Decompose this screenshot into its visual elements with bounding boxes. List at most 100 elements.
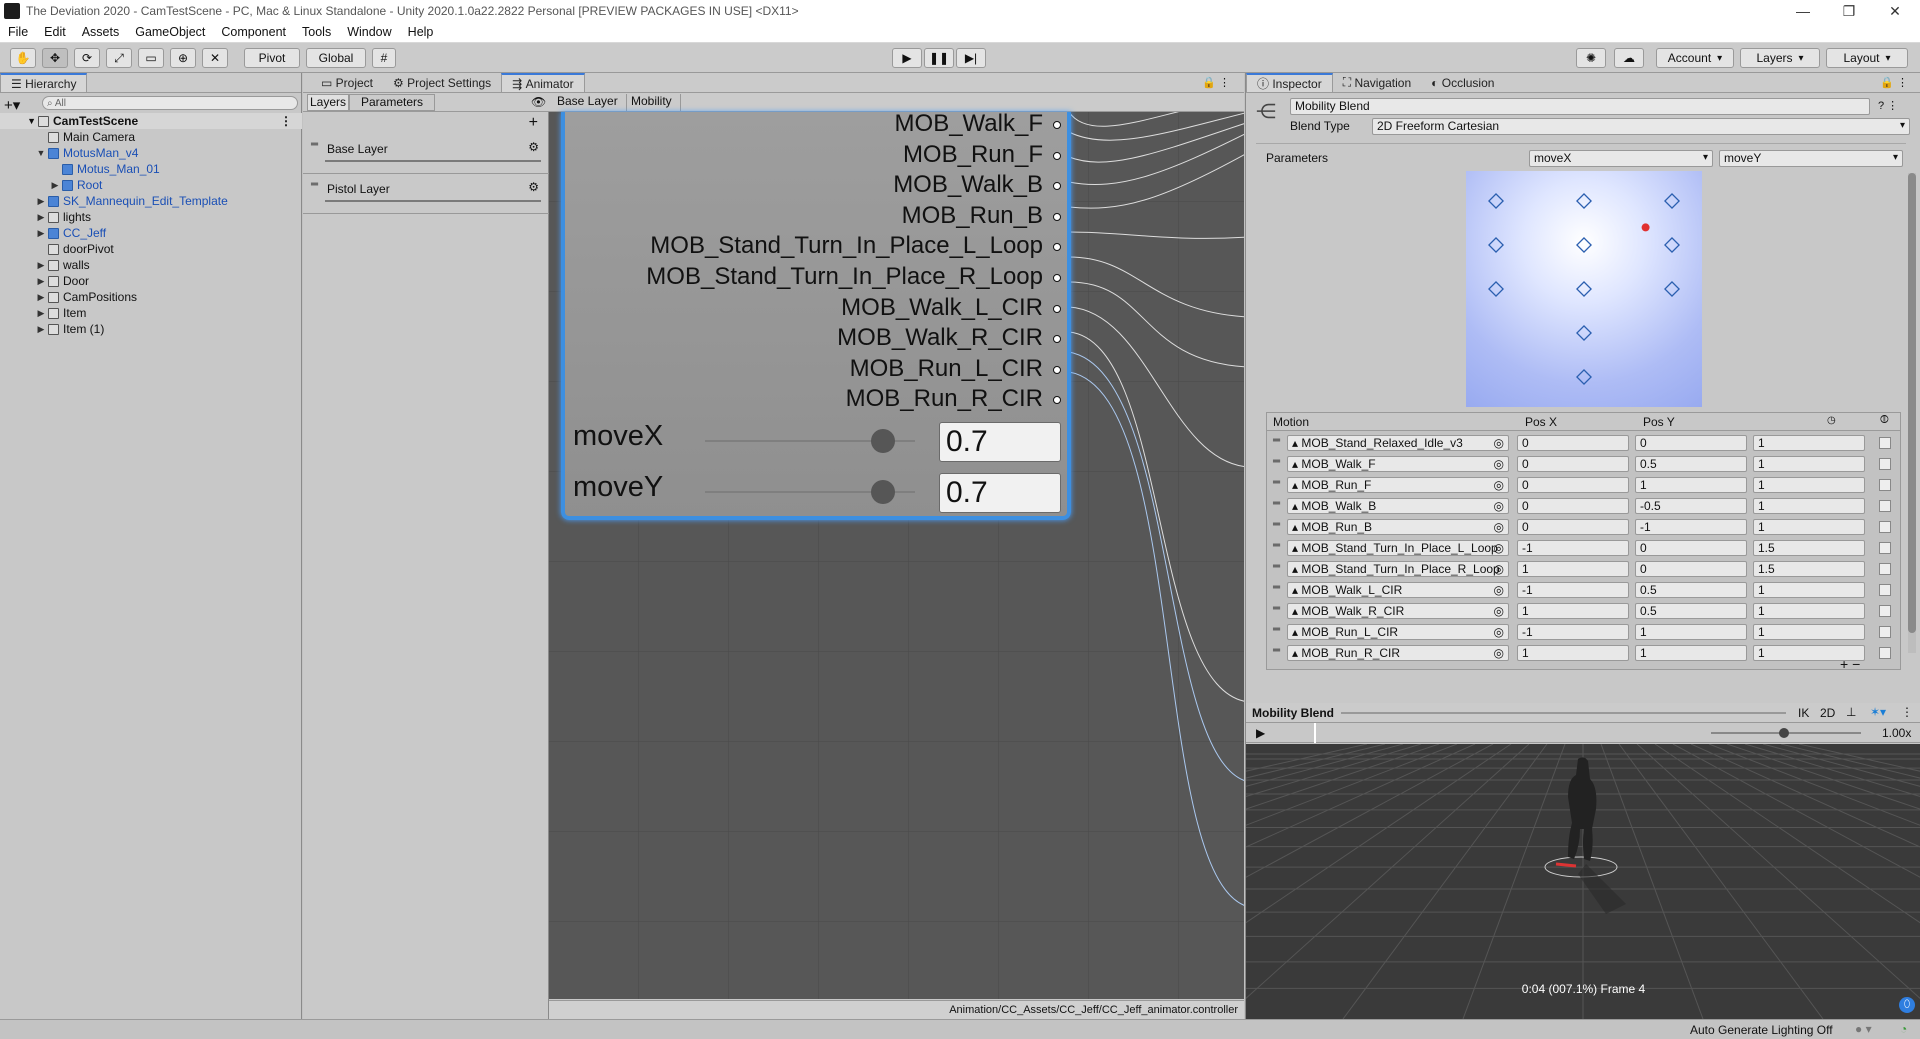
rect-tool-icon[interactable]: ▭ <box>138 48 164 68</box>
motion-field[interactable]: ▴ MOB_Run_L_CIR ◎ <box>1287 624 1509 640</box>
layer-item-pistol[interactable]: ═ Pistol Layer ⚙ <box>303 176 549 214</box>
posy-field[interactable]: 0 <box>1635 561 1747 577</box>
drag-handle-icon[interactable]: ═ <box>1273 498 1280 509</box>
layer-item-base[interactable]: ═ Base Layer ⚙ <box>303 136 549 174</box>
param-slider-knob[interactable] <box>871 429 895 453</box>
posy-field[interactable]: 0 <box>1635 435 1747 451</box>
2d-toggle[interactable]: 2D <box>1820 706 1835 720</box>
speed-field[interactable]: 1 <box>1753 519 1865 535</box>
tab-layers[interactable]: Layers <box>307 94 349 111</box>
preview-menu-icon[interactable]: ⋮ <box>1901 705 1913 719</box>
hierarchy-item[interactable]: ▶ lights <box>0 209 302 225</box>
posy-field[interactable]: 1 <box>1635 645 1747 661</box>
layer-settings-icon[interactable]: ⚙ <box>528 140 539 154</box>
tag-icon[interactable]: ⬯ <box>1899 997 1915 1013</box>
object-picker-icon[interactable]: ◎ <box>1494 583 1504 597</box>
hierarchy-item[interactable]: ▼ MotusMan_v4 <box>0 145 302 161</box>
object-picker-icon[interactable]: ◎ <box>1494 646 1504 660</box>
hierarchy-item[interactable]: ▶ Item <box>0 305 302 321</box>
node-output-port-icon[interactable] <box>1053 304 1061 313</box>
param-value-field[interactable]: 0.7 <box>939 473 1061 513</box>
node-output-port-icon[interactable] <box>1053 151 1061 160</box>
motion-row[interactable]: ═ ▴ MOB_Walk_F ◎ 0 0.5 1 <box>1267 454 1900 475</box>
posx-field[interactable]: 1 <box>1517 561 1629 577</box>
blend-point-icon[interactable] <box>1576 369 1592 385</box>
blend-space-graph[interactable] <box>1466 171 1702 407</box>
tab-hierarchy[interactable]: ☰ Hierarchy <box>0 73 88 92</box>
scroll-thumb[interactable] <box>1908 173 1916 633</box>
panel-menu-icon[interactable]: 🔒 ⋮ <box>1202 76 1230 89</box>
motion-row[interactable]: ═ ▴ MOB_Walk_L_CIR ◎ -1 0.5 1 <box>1267 580 1900 601</box>
node-output-port-icon[interactable] <box>1053 365 1061 374</box>
blend-point-icon[interactable] <box>1488 237 1504 253</box>
drag-handle-icon[interactable]: ═ <box>1273 645 1280 656</box>
hierarchy-item[interactable]: ▶ Door <box>0 273 302 289</box>
motion-field[interactable]: ▴ MOB_Run_F ◎ <box>1287 477 1509 493</box>
posx-field[interactable]: 0 <box>1517 456 1629 472</box>
eye-icon[interactable]: 👁 <box>531 95 546 109</box>
scale-tool-icon[interactable]: ⤢ <box>106 48 132 68</box>
pivot-button[interactable]: Pivot <box>244 48 300 68</box>
motion-field[interactable]: ▴ MOB_Walk_R_CIR ◎ <box>1287 603 1509 619</box>
mirror-checkbox[interactable] <box>1879 647 1891 659</box>
hierarchy-item[interactable]: ▶ SK_Mannequin_Edit_Template <box>0 193 302 209</box>
blend-tree-node[interactable]: MOB_Walk_F MOB_Run_F MOB_Walk_B MOB_Run_B MO… <box>561 110 1071 520</box>
hierarchy-item[interactable]: ▶ CC_Jeff <box>0 225 302 241</box>
preview-viewport[interactable]: 0:04 (007.1%) Frame 4 ⬯ <box>1246 744 1920 1019</box>
mirror-checkbox[interactable] <box>1879 500 1891 512</box>
drag-handle-icon[interactable]: ═ <box>1273 540 1280 551</box>
scene-expand-icon[interactable]: ▼ <box>0 116 36 126</box>
timeline-cursor[interactable] <box>1314 723 1316 743</box>
blend-name-field[interactable]: Mobility Blend <box>1290 98 1870 115</box>
drag-handle-icon[interactable]: ═ <box>1273 561 1280 572</box>
mirror-checkbox[interactable] <box>1879 437 1891 449</box>
cloud-icon[interactable]: ☁ <box>1614 48 1644 68</box>
motion-field[interactable]: ▴ MOB_Stand_Turn_In_Place_L_Loop ◎ <box>1287 540 1509 556</box>
param-value-field[interactable]: 0.7 <box>939 422 1061 462</box>
tab-occlusion[interactable]: ◐ Occlusion <box>1421 73 1504 92</box>
ik-toggle[interactable]: IK <box>1798 706 1809 720</box>
hierarchy-item[interactable]: ▶ Root <box>0 177 302 193</box>
posx-field[interactable]: 0 <box>1517 435 1629 451</box>
posx-field[interactable]: 0 <box>1517 498 1629 514</box>
posy-field[interactable]: -0.5 <box>1635 498 1747 514</box>
blend-point-icon[interactable] <box>1664 237 1680 253</box>
object-picker-icon[interactable]: ◎ <box>1494 457 1504 471</box>
drag-handle-icon[interactable]: ═ <box>1273 624 1280 635</box>
tab-inspector[interactable]: ⓘ Inspector <box>1246 73 1333 92</box>
posy-field[interactable]: 1 <box>1635 624 1747 640</box>
expand-arrow-icon[interactable]: ▶ <box>36 228 46 239</box>
account-dropdown[interactable]: Account <box>1656 48 1734 68</box>
speed-field[interactable]: 1.5 <box>1753 561 1865 577</box>
expand-arrow-icon[interactable]: ▶ <box>36 308 46 319</box>
motion-row[interactable]: ═ ▴ MOB_Walk_R_CIR ◎ 1 0.5 1 <box>1267 601 1900 622</box>
mirror-checkbox[interactable] <box>1879 542 1891 554</box>
speed-field[interactable]: 1 <box>1753 456 1865 472</box>
close-icon[interactable]: ✕ <box>1872 0 1918 22</box>
play-icon[interactable]: ▶ <box>892 48 922 68</box>
mirror-checkbox[interactable] <box>1879 584 1891 596</box>
motion-field[interactable]: ▴ MOB_Walk_F ◎ <box>1287 456 1509 472</box>
object-picker-icon[interactable]: ◎ <box>1494 625 1504 639</box>
mirror-checkbox[interactable] <box>1879 563 1891 575</box>
motion-field[interactable]: ▴ MOB_Stand_Turn_In_Place_R_Loop ◎ <box>1287 561 1509 577</box>
expand-arrow-icon[interactable]: ▶ <box>36 276 46 287</box>
speed-field[interactable]: 1 <box>1753 435 1865 451</box>
tab-parameters[interactable]: Parameters <box>349 94 435 111</box>
hierarchy-item[interactable]: ▶ CamPositions <box>0 289 302 305</box>
motion-row[interactable]: ═ ▴ MOB_Run_F ◎ 0 1 1 <box>1267 475 1900 496</box>
object-picker-icon[interactable]: ◎ <box>1494 499 1504 513</box>
posx-field[interactable]: 1 <box>1517 645 1629 661</box>
posx-field[interactable]: 0 <box>1517 519 1629 535</box>
inspector-lock-icon[interactable]: 🔒 ⋮ <box>1880 76 1908 89</box>
expand-arrow-icon[interactable]: ▼ <box>36 148 46 158</box>
motion-row[interactable]: ═ ▴ MOB_Stand_Relaxed_Idle_v3 ◎ 0 0 1 <box>1267 433 1900 454</box>
menu-edit[interactable]: Edit <box>36 25 74 39</box>
layout-dropdown[interactable]: Layout <box>1826 48 1908 68</box>
preview-play-icon[interactable]: ▶ <box>1256 726 1265 740</box>
add-layer-icon[interactable]: + <box>529 114 538 132</box>
posx-field[interactable]: 1 <box>1517 603 1629 619</box>
motion-field[interactable]: ▴ MOB_Stand_Relaxed_Idle_v3 ◎ <box>1287 435 1509 451</box>
breadcrumb-mobility[interactable]: Mobility <box>623 94 681 111</box>
blend-point-icon[interactable] <box>1576 325 1592 341</box>
